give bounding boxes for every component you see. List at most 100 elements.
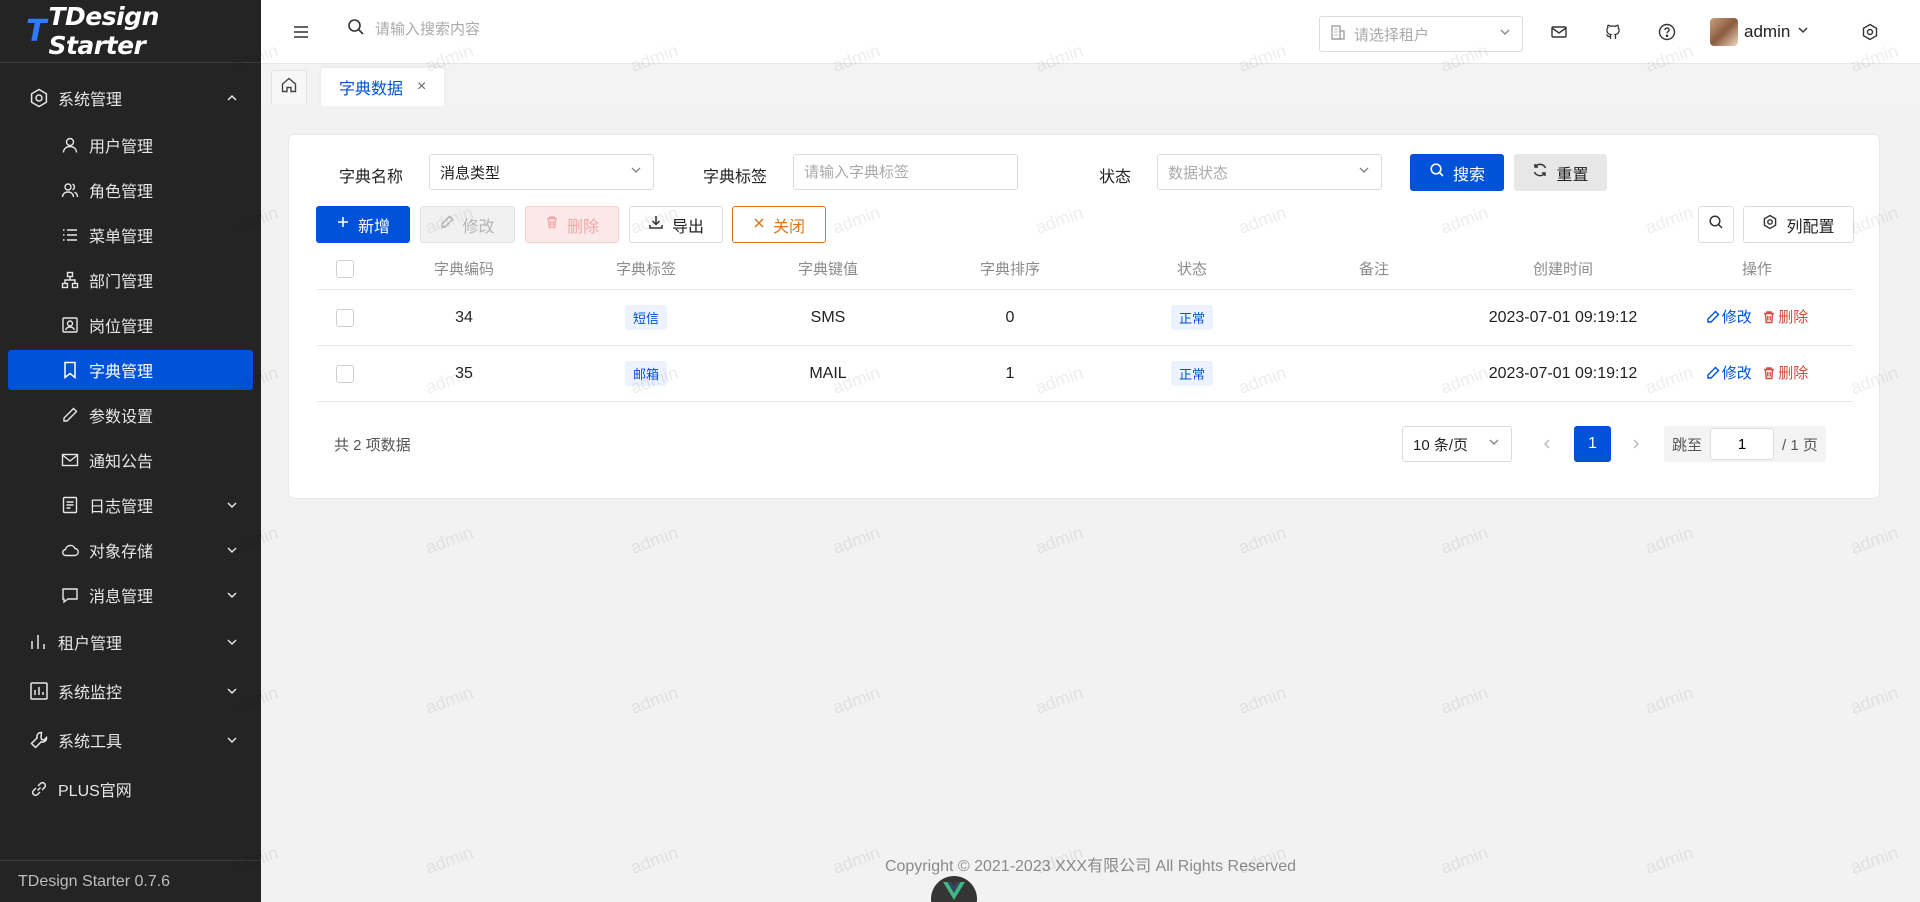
header-checkbox-cell [317, 259, 373, 278]
sidebar-group-monitor[interactable]: 系统监控 [8, 669, 253, 713]
setting-icon[interactable] [1860, 22, 1880, 42]
export-button-label: 导出 [671, 218, 704, 236]
chevron-down-icon [1498, 25, 1512, 43]
row-edit-label: 修改 [1721, 309, 1752, 327]
sidebar-group-plus[interactable]: PLUS官网 [8, 767, 253, 811]
row-checkbox[interactable] [336, 364, 354, 383]
mail-icon[interactable] [1549, 22, 1569, 42]
home-icon [280, 76, 298, 99]
close-button[interactable]: 关闭 [732, 206, 826, 243]
dict-name-select[interactable]: 消息类型 [429, 154, 654, 190]
watermark: admin [1847, 522, 1901, 558]
edit-button[interactable]: 修改 [420, 206, 515, 243]
column-header: 创建时间 [1532, 261, 1593, 278]
help-circle-icon[interactable] [1657, 22, 1677, 42]
tab-home[interactable] [271, 70, 307, 104]
page-size-value: 10 条/页 [1413, 436, 1469, 454]
cell-ops: 修改 删除 [1661, 362, 1853, 385]
sidebar-item-oss[interactable]: 对象存储 [8, 530, 253, 570]
search-icon [1708, 214, 1724, 235]
table-search-button[interactable] [1698, 206, 1734, 243]
status-label: 状态 [1099, 169, 1132, 186]
dict-data-card: 字典名称 消息类型 字典标签 状态 数据状态 搜索 重置 新增 修改 [288, 134, 1880, 499]
close-icon[interactable]: × [417, 78, 426, 96]
sidebar-group-tool[interactable]: 系统工具 [8, 718, 253, 762]
row-checkbox[interactable] [336, 308, 354, 327]
tenant-placeholder: 请选择租户 [1354, 26, 1430, 44]
column-config-label: 列配置 [1786, 218, 1835, 236]
next-page-icon[interactable] [1627, 435, 1645, 453]
chevron-down-icon [227, 592, 237, 599]
reset-button[interactable]: 重置 [1514, 154, 1607, 191]
cell-status: 正常 [1101, 305, 1283, 330]
monitor-icon [28, 680, 50, 702]
user-icon [60, 135, 80, 155]
user-menu[interactable]: admin [1710, 18, 1810, 46]
sidebar-item-log[interactable]: 日志管理 [8, 485, 253, 525]
column-header: 字典编码 [433, 261, 494, 278]
sidebar-item-config[interactable]: 参数设置 [8, 395, 253, 435]
menu-fold-icon[interactable] [291, 22, 311, 42]
search-input[interactable] [375, 21, 635, 38]
dict-label-input[interactable] [793, 154, 1018, 190]
sidebar-item-label: 岗位管理 [89, 319, 154, 336]
cloud-icon [60, 540, 80, 560]
chevron-down-icon [227, 547, 237, 554]
chevron-down-icon [1796, 22, 1810, 42]
delete-button[interactable]: 删除 [525, 206, 619, 243]
vue-devtools-icon[interactable] [931, 876, 977, 902]
sidebar-group-system[interactable]: 系统管理 [8, 76, 253, 120]
github-icon[interactable] [1603, 22, 1623, 42]
close-button-label: 关闭 [772, 218, 805, 236]
sidebar-item-post[interactable]: 岗位管理 [8, 305, 253, 345]
page-number-current[interactable]: 1 [1574, 426, 1611, 462]
watermark: admin [1032, 522, 1086, 558]
chevron-down-icon [227, 639, 237, 646]
sidebar-item-user[interactable]: 用户管理 [8, 125, 253, 165]
building-icon [1330, 24, 1346, 44]
filter-bar: 字典名称 消息类型 字典标签 状态 数据状态 搜索 重置 [289, 154, 1879, 191]
watermark: admin [1847, 682, 1901, 718]
chat-icon [60, 585, 80, 605]
row-delete-link[interactable]: 删除 [1762, 306, 1808, 327]
sidebar-item-label: 消息管理 [89, 589, 154, 606]
page-size-select[interactable]: 10 条/页 [1402, 426, 1512, 462]
row-delete-link[interactable]: 删除 [1762, 362, 1808, 383]
link-icon [28, 778, 50, 800]
tenant-select[interactable]: 请选择租户 [1319, 16, 1523, 52]
sidebar-item-role[interactable]: 角色管理 [8, 170, 253, 210]
select-all-checkbox[interactable] [336, 259, 354, 278]
export-button[interactable]: 导出 [629, 206, 723, 243]
column-config-button[interactable]: 列配置 [1743, 206, 1854, 243]
search-button[interactable]: 搜索 [1410, 154, 1504, 191]
reset-button-label: 重置 [1556, 166, 1589, 184]
tool-icon [28, 729, 50, 751]
tab-dict-data[interactable]: 字典数据 × [321, 68, 445, 106]
logo[interactable]: T TDesign Starter [0, 0, 261, 63]
users-icon [60, 180, 80, 200]
prev-page-icon[interactable] [1538, 435, 1556, 453]
search-button-label: 搜索 [1452, 166, 1485, 184]
sidebar-item-notice[interactable]: 通知公告 [8, 440, 253, 480]
status-select[interactable]: 数据状态 [1157, 154, 1382, 190]
header-search [347, 18, 635, 41]
sidebar-item-menu[interactable]: 菜单管理 [8, 215, 253, 255]
status-placeholder: 数据状态 [1168, 164, 1229, 182]
add-button[interactable]: 新增 [316, 206, 410, 243]
row-edit-link[interactable]: 修改 [1706, 306, 1752, 327]
row-checkbox-cell [317, 308, 373, 327]
sidebar-item-message[interactable]: 消息管理 [8, 575, 253, 615]
sidebar-item-dept[interactable]: 部门管理 [8, 260, 253, 300]
toolbar: 新增 修改 删除 导出 关闭 列配置 [289, 206, 1879, 243]
sidebar-item-dict[interactable]: 字典管理 [8, 350, 253, 390]
watermark: admin [1642, 682, 1696, 718]
trash-icon [1764, 311, 1775, 323]
jump-page-input[interactable] [1710, 428, 1775, 460]
sidebar-item-label: 菜单管理 [89, 229, 154, 246]
sidebar-group-label: 租户管理 [58, 636, 123, 653]
row-edit-link[interactable]: 修改 [1706, 362, 1752, 383]
sidebar-item-label: 部门管理 [89, 274, 154, 291]
trash-icon [545, 215, 559, 234]
username: admin [1744, 22, 1791, 41]
sidebar-group-tenant[interactable]: 租户管理 [8, 620, 253, 664]
